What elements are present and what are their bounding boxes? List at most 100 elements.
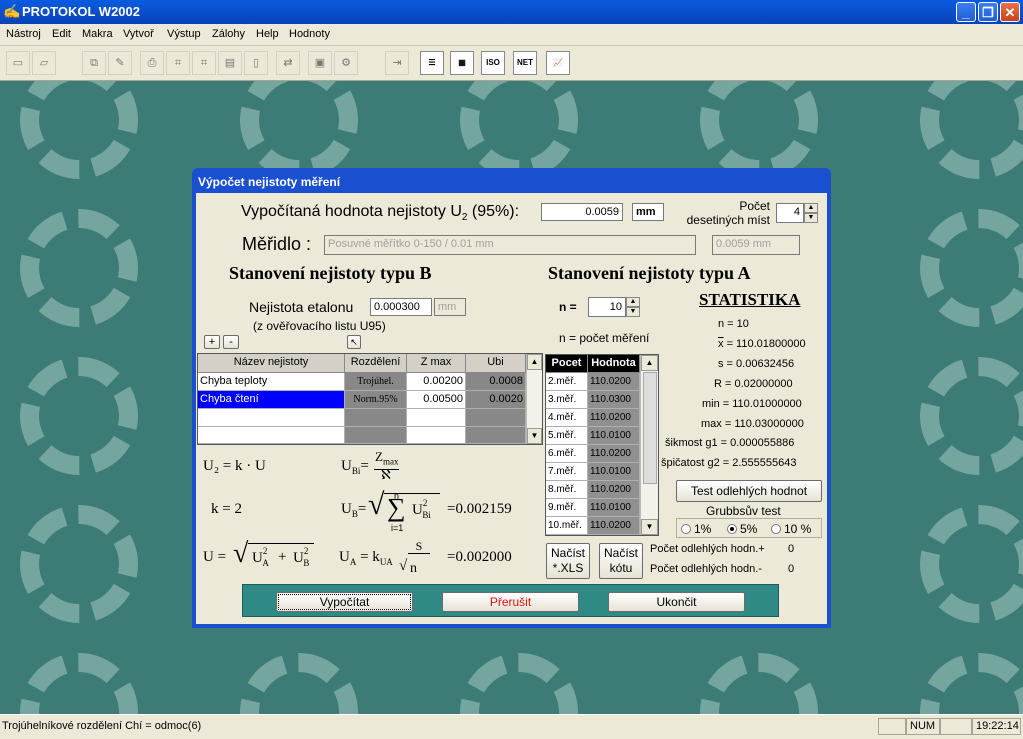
background-ring-icon: [20, 209, 138, 327]
copy-icon[interactable]: ⧉: [82, 51, 106, 75]
table-row-dist[interactable]: Trojúhel.: [345, 373, 407, 391]
list-item-value[interactable]: 110.0200: [588, 517, 640, 535]
list-item-value[interactable]: 110.0100: [588, 463, 640, 481]
load-kota-button[interactable]: Načíst kótu: [599, 543, 643, 579]
print-icon[interactable]: ⎙: [140, 51, 164, 75]
table-row-empty[interactable]: [407, 427, 466, 444]
etalon-unit: mm: [434, 298, 466, 316]
list-item-value[interactable]: 110.0200: [588, 373, 640, 391]
transfer-icon[interactable]: ⇄: [276, 51, 300, 75]
chart-icon[interactable]: ⌗: [166, 51, 190, 75]
background-ring-icon: [920, 81, 1023, 179]
table-row-dist[interactable]: Norm.95%: [345, 391, 407, 409]
scroll-down-icon[interactable]: ▼: [527, 428, 542, 444]
list-item-index: 9.měř.: [546, 499, 588, 517]
grubbs-10pct-radio[interactable]: 10 %: [771, 522, 811, 536]
table-row-empty[interactable]: [198, 409, 345, 427]
table-row-zmax[interactable]: 0.00500: [407, 391, 466, 409]
background-ring-icon: [240, 81, 358, 179]
edit-pencil-icon[interactable]: ✎: [108, 51, 132, 75]
page-icon[interactable]: ▯: [244, 51, 268, 75]
table-row-empty[interactable]: [345, 409, 407, 427]
menu-makra[interactable]: Makra: [82, 28, 113, 40]
scroll-up-icon[interactable]: ▲: [527, 354, 542, 370]
sum-icon: ∑: [387, 493, 406, 522]
col-value: Hodnota: [588, 355, 640, 373]
list-item-value[interactable]: 110.0100: [588, 427, 640, 445]
stat-s: s = 0.00632456: [718, 358, 795, 370]
scroll-thumb[interactable]: [643, 372, 657, 484]
status-empty-1: [878, 718, 906, 735]
save-icon[interactable]: ▣: [308, 51, 332, 75]
compute-button[interactable]: Vypočítat: [276, 592, 413, 612]
decimals-up-icon[interactable]: ▲: [804, 203, 818, 213]
scroll-up-icon[interactable]: ▲: [641, 355, 658, 371]
result-label: Vypočítaná hodnota nejistoty U2 (95%):: [241, 203, 520, 224]
formula-ub: UB=: [341, 501, 367, 519]
background-ring-icon: [920, 505, 1023, 623]
close-button[interactable]: ✕: [1000, 2, 1020, 22]
etalon-input[interactable]: 0.000300: [370, 298, 432, 316]
n-input[interactable]: 10: [588, 297, 626, 317]
list-item-value[interactable]: 110.0200: [588, 409, 640, 427]
table-row-empty: [466, 427, 526, 444]
table-row-name-selected[interactable]: Chyba čtení: [198, 391, 345, 409]
menu-vytvor[interactable]: Vytvoř: [123, 28, 154, 40]
n-up-icon[interactable]: ▲: [626, 297, 640, 307]
list-item-value[interactable]: 110.0200: [588, 481, 640, 499]
status-time: 19:22:14: [972, 718, 1021, 735]
typeA-scrollbar[interactable]: ▲ ▼: [640, 355, 658, 535]
formula-k: k = 2: [211, 501, 242, 517]
cursor-tool-icon[interactable]: ↖: [347, 335, 361, 349]
iso-gray-icon[interactable]: ▤: [218, 51, 242, 75]
add-row-button[interactable]: +: [204, 335, 220, 349]
menu-hodnoty[interactable]: Hodnoty: [289, 28, 330, 40]
table-row-zmax[interactable]: 0.00200: [407, 373, 466, 391]
exit-icon[interactable]: ⇥: [385, 51, 409, 75]
list-icon[interactable]: ☰: [420, 51, 444, 75]
close-dialog-button[interactable]: Ukončit: [608, 592, 745, 612]
load-xls-button[interactable]: Načíst *.XLS: [546, 543, 590, 579]
app-icon[interactable]: ✍: [3, 4, 20, 19]
interrupt-button[interactable]: Přerušit: [442, 592, 579, 612]
window-title: PROTOKOL W2002: [22, 4, 140, 19]
list-item-value[interactable]: 110.0200: [588, 445, 640, 463]
menu-zalohy[interactable]: Zálohy: [212, 28, 245, 40]
decimals-input[interactable]: 4: [776, 203, 804, 223]
menu-nastroj[interactable]: Nástroj: [6, 28, 41, 40]
outlier-test-button[interactable]: Test odlehlých hodnot: [676, 480, 822, 502]
table-row-empty[interactable]: [345, 427, 407, 444]
remove-row-button[interactable]: -: [223, 335, 239, 349]
net-button[interactable]: NET: [513, 51, 537, 75]
list-item-value[interactable]: 110.0100: [588, 499, 640, 517]
maximize-button[interactable]: ❐: [978, 2, 998, 22]
settings-icon[interactable]: ⚙: [334, 51, 358, 75]
decimals-down-icon[interactable]: ▼: [804, 213, 818, 223]
grubbs-1pct-radio[interactable]: 1%: [681, 522, 711, 536]
background-ring-icon: [920, 357, 1023, 475]
iso-button[interactable]: ISO: [481, 51, 505, 75]
table-row-empty[interactable]: [407, 409, 466, 427]
chart2-icon[interactable]: ⌗: [192, 51, 216, 75]
new-document-icon[interactable]: ▭: [6, 51, 30, 75]
list-item-index: 3.měř.: [546, 391, 588, 409]
menu-help[interactable]: Help: [256, 28, 279, 40]
graph-icon[interactable]: 📈: [546, 51, 570, 75]
grubbs-5pct-radio[interactable]: 5%: [727, 522, 757, 536]
table-row-name[interactable]: Chyba teploty: [198, 373, 345, 391]
typeB-table: Název nejistoty Rozdělení Z max Ubi Chyb…: [197, 353, 543, 445]
grubbs-options: 1% 5% 10 %: [676, 518, 822, 538]
list-item-value[interactable]: 110.0300: [588, 391, 640, 409]
table-row-empty[interactable]: [198, 427, 345, 444]
menu-vystup[interactable]: Výstup: [167, 28, 201, 40]
list-item-index: 6.měř.: [546, 445, 588, 463]
n-down-icon[interactable]: ▼: [626, 307, 640, 317]
minimize-button[interactable]: _: [956, 2, 976, 22]
calendar-icon[interactable]: ▦: [450, 51, 474, 75]
scroll-down-icon[interactable]: ▼: [641, 519, 658, 535]
open-folder-icon[interactable]: ▱: [32, 51, 56, 75]
status-bar: Trojúhelníkové rozdělení Chí = odmoc(6) …: [0, 714, 1023, 739]
typeB-scrollbar[interactable]: ▲ ▼: [526, 354, 542, 444]
menu-edit[interactable]: Edit: [52, 28, 71, 40]
typeB-heading: Stanovení nejistoty typu B: [229, 263, 432, 283]
